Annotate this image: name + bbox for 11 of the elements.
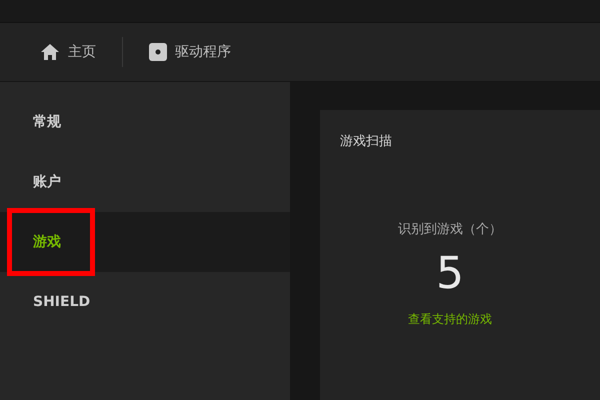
- sidebar-item[interactable]: SHIELD: [0, 272, 290, 332]
- count-label: 识别到游戏（个）: [398, 221, 502, 238]
- home-icon: [40, 43, 60, 61]
- nav-link[interactable]: 驱动程序: [175, 43, 231, 61]
- sidebar-item[interactable]: 账户: [0, 152, 290, 212]
- game-count: 5: [436, 248, 464, 299]
- nav-link[interactable]: 主页: [68, 43, 96, 61]
- supported-games-link[interactable]: 查看支持的游戏: [408, 311, 492, 328]
- driver-icon: [149, 43, 167, 61]
- sidebar-item[interactable]: 常规: [0, 92, 290, 152]
- card-title: 游戏扫描: [340, 133, 393, 150]
